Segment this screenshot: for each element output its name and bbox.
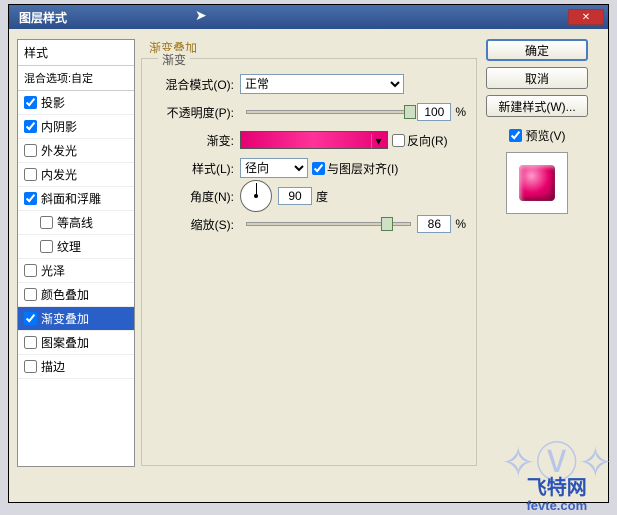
align-label: 与图层对齐(I) (327, 160, 398, 177)
style-checkbox[interactable] (24, 144, 37, 157)
watermark: ✧Ⓥ✧ 飞特网 fevte.com (501, 449, 613, 513)
style-label: 内发光 (41, 166, 77, 183)
style-label: 内阴影 (41, 118, 77, 135)
preview-checkbox[interactable] (509, 129, 522, 142)
angle-dial[interactable] (240, 180, 272, 212)
angle-input[interactable] (278, 187, 312, 205)
opacity-label: 不透明度(P): (152, 104, 234, 121)
style-label: 光泽 (41, 262, 65, 279)
style-checkbox[interactable] (24, 264, 37, 277)
reverse-checkbox[interactable] (392, 134, 405, 147)
style-item-6[interactable]: 纹理 (18, 235, 134, 259)
blend-mode-select[interactable]: 正常 (240, 74, 404, 94)
style-checkbox[interactable] (40, 240, 53, 253)
style-label: 描边 (41, 358, 65, 375)
styles-list: 样式 混合选项:自定 投影内阴影外发光内发光斜面和浮雕等高线纹理光泽颜色叠加渐变… (17, 39, 135, 467)
angle-label: 角度(N): (152, 188, 234, 205)
group-title: 渐变叠加 (141, 39, 477, 56)
style-label: 斜面和浮雕 (41, 190, 101, 207)
style-item-9[interactable]: 渐变叠加 (18, 307, 134, 331)
blend-mode-label: 混合模式(O): (152, 76, 234, 93)
style-label: 外发光 (41, 142, 77, 159)
cursor-icon: ➤ (195, 7, 207, 24)
style-item-7[interactable]: 光泽 (18, 259, 134, 283)
angle-unit: 度 (316, 188, 328, 205)
pct-label-2: % (455, 217, 466, 231)
style-item-2[interactable]: 外发光 (18, 139, 134, 163)
style-checkbox[interactable] (24, 192, 37, 205)
style-label: 投影 (41, 94, 65, 111)
scale-label: 缩放(S): (152, 216, 234, 233)
style-checkbox[interactable] (24, 336, 37, 349)
legend: 渐变 (158, 51, 190, 68)
style-checkbox[interactable] (24, 96, 37, 109)
preview-label: 预览(V) (526, 127, 566, 144)
style-label: 样式(L): (152, 160, 234, 177)
style-label: 纹理 (57, 238, 81, 255)
style-checkbox[interactable] (24, 120, 37, 133)
gradient-swatch[interactable]: ▾ (240, 131, 388, 149)
style-item-8[interactable]: 颜色叠加 (18, 283, 134, 307)
style-item-0[interactable]: 投影 (18, 91, 134, 115)
style-item-11[interactable]: 描边 (18, 355, 134, 379)
chevron-down-icon[interactable]: ▾ (371, 134, 385, 148)
window-title: 图层样式 (19, 9, 67, 26)
opacity-input[interactable] (417, 103, 451, 121)
align-checkbox[interactable] (312, 162, 325, 175)
style-item-1[interactable]: 内阴影 (18, 115, 134, 139)
new-style-button[interactable]: 新建样式(W)... (486, 95, 588, 117)
style-checkbox[interactable] (24, 360, 37, 373)
style-label: 颜色叠加 (41, 286, 89, 303)
style-select[interactable]: 径向 (240, 158, 308, 178)
preview-box (506, 152, 568, 214)
style-checkbox[interactable] (24, 288, 37, 301)
style-label: 图案叠加 (41, 334, 89, 351)
gradient-fieldset: 渐变 混合模式(O): 正常 不透明度(P): % 渐变: ▾ (141, 58, 477, 466)
scale-slider[interactable] (246, 222, 411, 226)
gradient-label: 渐变: (152, 132, 234, 149)
styles-subheader[interactable]: 混合选项:自定 (18, 66, 134, 91)
opacity-slider[interactable] (246, 110, 411, 114)
reverse-label: 反向(R) (407, 132, 448, 149)
style-item-3[interactable]: 内发光 (18, 163, 134, 187)
styles-header[interactable]: 样式 (18, 40, 134, 66)
watermark-url: fevte.com (501, 498, 613, 513)
preview-swatch (519, 165, 555, 201)
style-label: 渐变叠加 (41, 310, 89, 327)
style-checkbox[interactable] (24, 168, 37, 181)
titlebar: 图层样式 ➤ ✕ (9, 5, 608, 29)
style-label: 等高线 (57, 214, 93, 231)
pct-label: % (455, 105, 466, 119)
cancel-button[interactable]: 取消 (486, 67, 588, 89)
ok-button[interactable]: 确定 (486, 39, 588, 61)
style-item-4[interactable]: 斜面和浮雕 (18, 187, 134, 211)
style-checkbox[interactable] (24, 312, 37, 325)
style-checkbox[interactable] (40, 216, 53, 229)
style-item-10[interactable]: 图案叠加 (18, 331, 134, 355)
close-button[interactable]: ✕ (568, 9, 604, 25)
style-item-5[interactable]: 等高线 (18, 211, 134, 235)
scale-input[interactable] (417, 215, 451, 233)
